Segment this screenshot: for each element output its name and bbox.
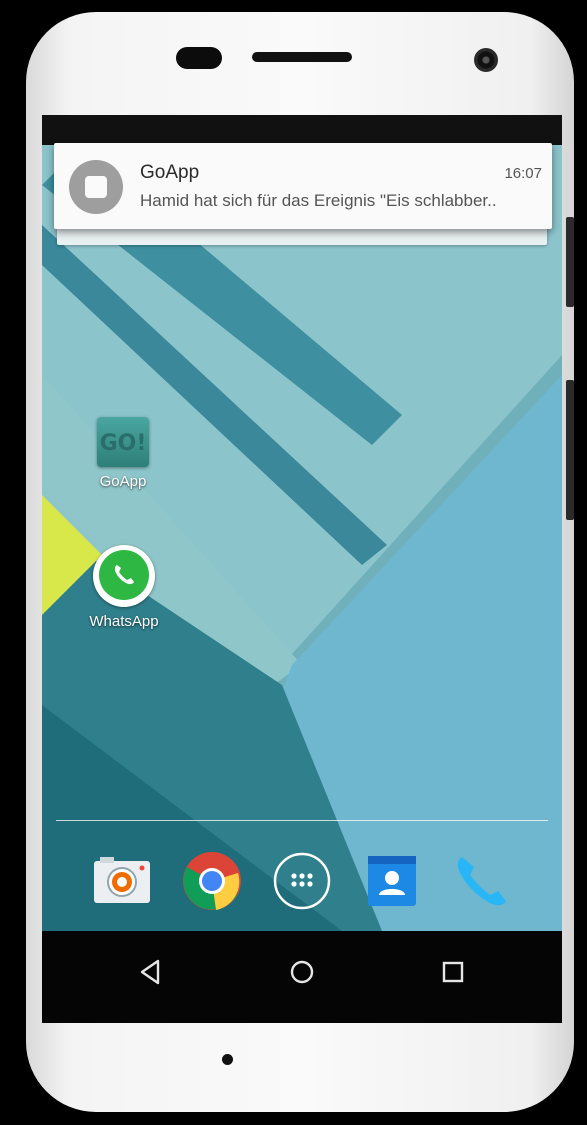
phone-screen: GoApp 16:07 Hamid hat sich für das Ereig… <box>42 115 562 1023</box>
wallpaper <box>42 145 562 931</box>
notification-card[interactable]: GoApp 16:07 Hamid hat sich für das Ereig… <box>54 143 552 229</box>
app-label-whatsapp: WhatsApp <box>89 613 159 630</box>
goapp-notification-icon <box>69 160 123 214</box>
goapp-icon: GO! <box>97 417 149 467</box>
recents-icon[interactable] <box>438 957 468 987</box>
phone-icon[interactable] <box>452 851 512 911</box>
goapp-icon-text: GO! <box>99 431 147 456</box>
front-camera <box>474 48 498 72</box>
camera-icon[interactable] <box>92 851 152 911</box>
earpiece-speaker <box>252 52 352 62</box>
contacts-icon[interactable] <box>362 851 422 911</box>
app-label-goapp: GoApp <box>99 473 147 490</box>
power-button <box>566 380 574 520</box>
notification-time: 16:07 <box>504 165 542 182</box>
back-icon[interactable] <box>136 957 166 987</box>
proximity-sensor <box>176 47 222 69</box>
home-indicator-dot <box>222 1054 233 1065</box>
app-goapp[interactable]: GO! GoApp <box>86 417 160 490</box>
chrome-icon[interactable] <box>182 851 242 911</box>
notification-app-name: GoApp <box>140 162 200 183</box>
home-icon[interactable] <box>287 957 317 987</box>
app-drawer-icon[interactable] <box>272 851 332 911</box>
whatsapp-icon <box>93 545 155 607</box>
status-bar <box>42 115 562 145</box>
app-whatsapp[interactable]: WhatsApp <box>82 545 166 630</box>
notification-text: Hamid hat sich für das Ereignis "Eis sch… <box>140 191 497 210</box>
dock-divider <box>56 820 548 821</box>
volume-button <box>566 217 574 307</box>
phone-handset-icon <box>114 565 134 585</box>
